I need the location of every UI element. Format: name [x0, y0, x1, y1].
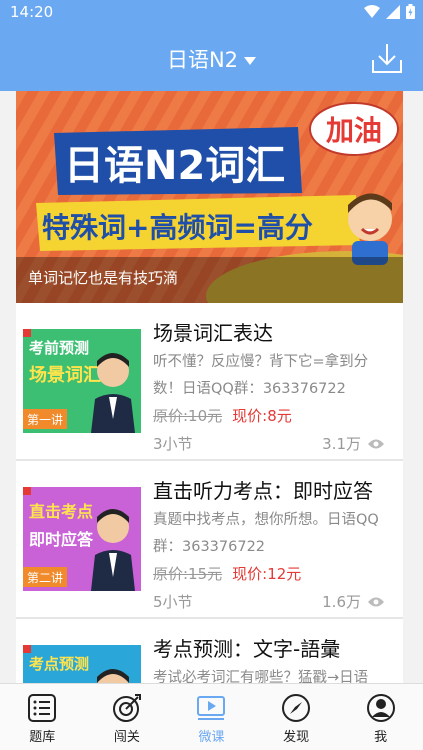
course-title: 场景词汇表达	[153, 321, 273, 345]
bottom-nav: 题库 闯关 微课 发现 我	[0, 683, 423, 750]
cartoon-boy-icon	[348, 193, 392, 265]
view-count: 1.6万	[322, 591, 385, 612]
view-count-text: 1.6万	[322, 593, 361, 611]
course-thumbnail: 直击考点 即时应答 第二讲	[23, 487, 141, 591]
tab-micro-course[interactable]: 微课	[169, 684, 254, 750]
view-count: 3.1万	[322, 433, 385, 454]
banner-line2: 特殊词+高频词=高分	[42, 211, 313, 244]
tab-label: 题库	[29, 730, 56, 745]
course-thumbnail: 考前预测 场景词汇 第一讲	[23, 329, 141, 433]
course-list[interactable]: 日语N2词汇 特殊词+高频词=高分 加油 单词记忆也是有技巧滴 考前预测 场景词…	[16, 91, 403, 683]
status-time: 14:20	[10, 3, 54, 21]
level-title: 日语N2	[166, 48, 239, 72]
video-icon	[197, 696, 226, 720]
svg-text:第一讲: 第一讲	[27, 412, 63, 427]
course-price: 原价:10元 现价:8元	[153, 405, 292, 426]
tab-label: 我	[374, 730, 388, 745]
svg-text:第二讲: 第二讲	[27, 570, 63, 585]
course-desc: 真题中找考点，想你所想。日语QQ群：363376722	[153, 512, 379, 555]
corner-mark	[23, 487, 31, 495]
course-desc: 考试必考词汇有哪些？猛戳→日语	[153, 670, 369, 683]
svg-text:考前预测: 考前预测	[29, 339, 89, 357]
compass-icon	[282, 694, 311, 722]
original-price: 原价:10元	[153, 407, 223, 425]
user-icon	[366, 694, 395, 722]
status-bar: 14:20	[0, 0, 423, 24]
tab-me[interactable]: 我	[338, 684, 423, 750]
battery-icon	[406, 4, 415, 19]
view-count-text: 3.1万	[322, 435, 361, 453]
eye-icon	[368, 439, 384, 448]
tab-label: 微课	[198, 730, 225, 745]
course-item[interactable]: 考前预测 场景词汇 第一讲 场景词汇表达 听不懂？反应慢？背下它=拿到分数！日语…	[16, 303, 403, 461]
current-price: 现价:8元	[232, 407, 292, 425]
course-price: 原价:15元 现价:12元	[153, 563, 301, 584]
tab-label: 闯关	[113, 730, 140, 745]
svg-text:直击考点: 直击考点	[29, 502, 93, 521]
banner-badge: 加油	[326, 114, 382, 147]
course-desc: 听不懂？反应慢？背下它=拿到分数！日语QQ群：363376722	[153, 354, 369, 397]
lesson-count: 3小节	[153, 435, 193, 453]
app-bar: 日语N2	[0, 24, 423, 91]
svg-text:即时应答: 即时应答	[29, 530, 94, 549]
original-price: 原价:15元	[153, 565, 223, 583]
tab-question-bank[interactable]: 题库	[0, 684, 85, 750]
banner-line1: 日语N2词汇	[64, 143, 285, 189]
course-title: 直击听力考点：即时应答	[153, 479, 373, 503]
wifi-icon	[364, 4, 380, 18]
tab-label: 发现	[283, 730, 310, 745]
corner-mark	[23, 329, 31, 337]
svg-text:场景词汇: 场景词汇	[29, 365, 101, 386]
download-icon[interactable]	[371, 42, 403, 74]
eye-icon	[368, 597, 384, 606]
course-title: 考点预测：文字-語彙	[153, 637, 341, 661]
course-item[interactable]: 直击考点 即时应答 第二讲 直击听力考点：即时应答 真题中找考点，想你所想。日语…	[16, 461, 403, 619]
list-icon	[28, 694, 57, 722]
course-item[interactable]: 考点预测 考点预测：文字-語彙 考试必考词汇有哪些？猛戳→日语	[16, 619, 403, 683]
corner-mark	[23, 645, 31, 653]
target-icon	[112, 694, 141, 722]
current-price: 现价:12元	[232, 565, 302, 583]
lesson-count: 5小节	[153, 593, 193, 611]
banner-caption: 单词记忆也是有技巧滴	[16, 257, 403, 303]
tab-discover[interactable]: 发现	[254, 684, 339, 750]
promo-banner[interactable]: 日语N2词汇 特殊词+高频词=高分 加油 单词记忆也是有技巧滴	[16, 91, 403, 303]
tab-challenge[interactable]: 闯关	[85, 684, 170, 750]
status-icons	[364, 4, 415, 19]
signal-icon	[386, 4, 400, 19]
course-thumbnail: 考点预测	[23, 645, 141, 683]
chevron-down-icon	[244, 57, 257, 65]
svg-text:考点预测: 考点预测	[29, 655, 89, 673]
level-selector[interactable]: 日语N2	[0, 44, 423, 74]
